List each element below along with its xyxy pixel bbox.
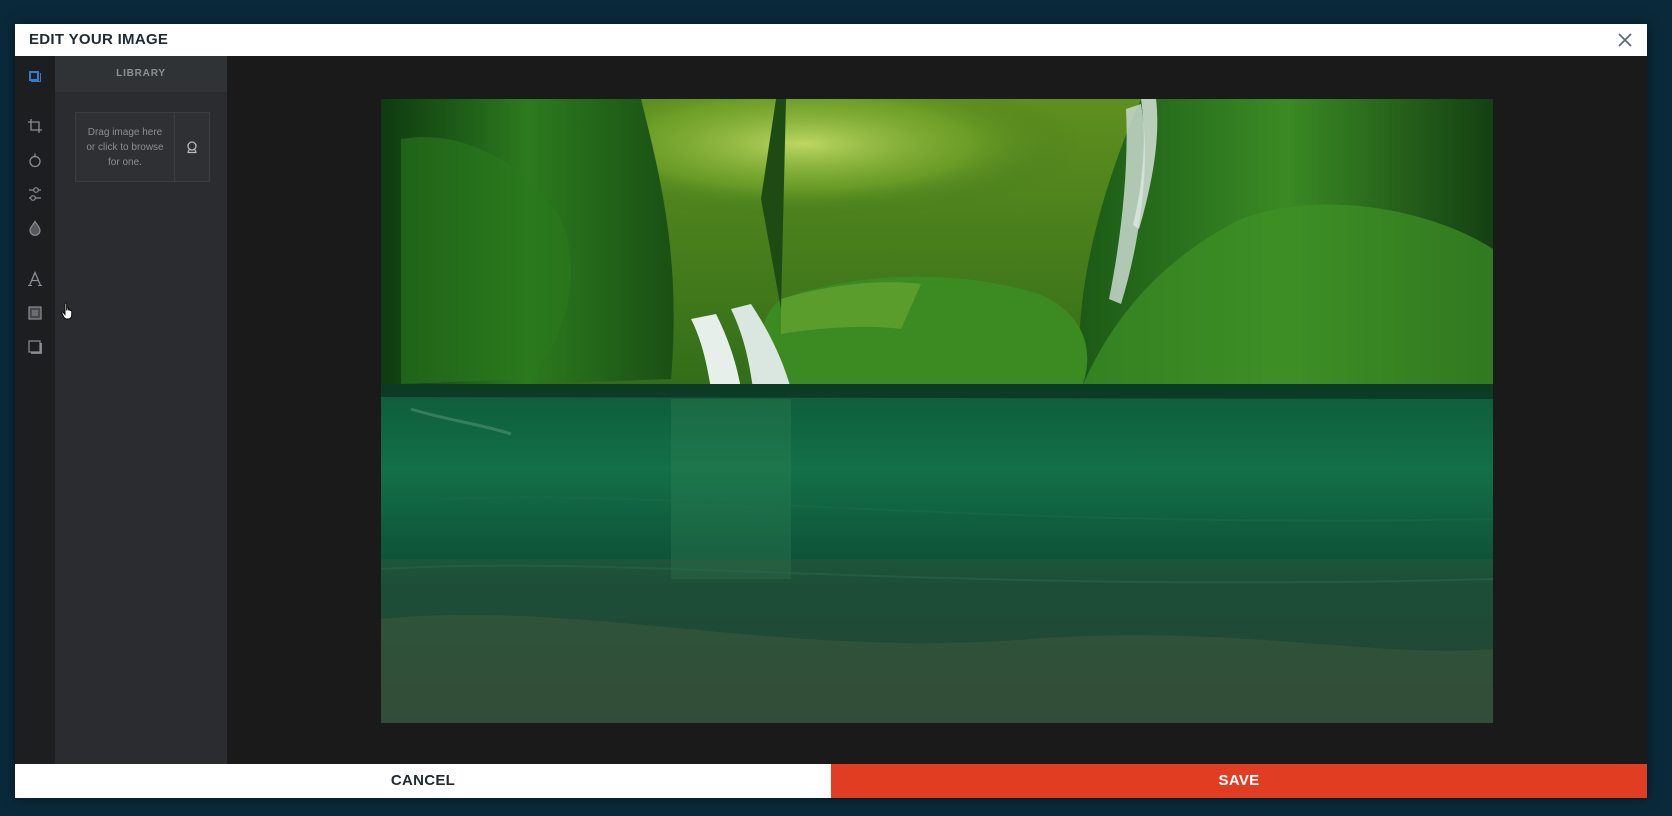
close-button[interactable] [1613, 28, 1637, 52]
modal-header: EDIT YOUR IMAGE [15, 24, 1647, 56]
tool-crop[interactable] [26, 117, 44, 135]
text-icon [28, 271, 42, 286]
library-panel: LIBRARY Drag image here or click to brow… [55, 56, 227, 764]
overlay-icon [28, 306, 42, 320]
tab-library[interactable]: LIBRARY [55, 56, 227, 92]
cancel-button[interactable]: CANCEL [15, 764, 831, 798]
save-button[interactable]: SAVE [831, 764, 1647, 798]
tool-sidebar [15, 56, 55, 764]
drop-icon [29, 220, 41, 236]
image-library-icon [29, 71, 41, 82]
tool-frame[interactable] [26, 338, 44, 356]
image-search-button[interactable] [175, 112, 210, 182]
search-icon [187, 141, 197, 154]
hand-cursor-icon [61, 302, 73, 320]
tool-adjust[interactable] [26, 185, 44, 203]
adjust-icon [29, 187, 41, 201]
modal-title: EDIT YOUR IMAGE [29, 31, 169, 48]
modal-footer: CANCEL SAVE [15, 764, 1647, 798]
tool-image-library[interactable] [26, 67, 44, 85]
frame-icon [28, 340, 42, 354]
close-icon [1618, 33, 1632, 47]
tool-text[interactable] [26, 270, 44, 288]
filter-icon [29, 153, 41, 168]
tool-filter[interactable] [26, 151, 44, 169]
crop-icon [28, 119, 42, 133]
edit-image-modal: EDIT YOUR IMAGE LIBRARY Drag image here … [15, 24, 1647, 798]
editor-canvas [227, 56, 1647, 764]
dropzone-text: Drag image here or click to browse for o… [86, 126, 164, 168]
image-dropzone[interactable]: Drag image here or click to browse for o… [75, 112, 175, 182]
tool-overlay[interactable] [26, 304, 44, 322]
waterfall-photo [381, 99, 1493, 723]
edited-image[interactable] [381, 99, 1493, 723]
tool-color[interactable] [26, 219, 44, 237]
